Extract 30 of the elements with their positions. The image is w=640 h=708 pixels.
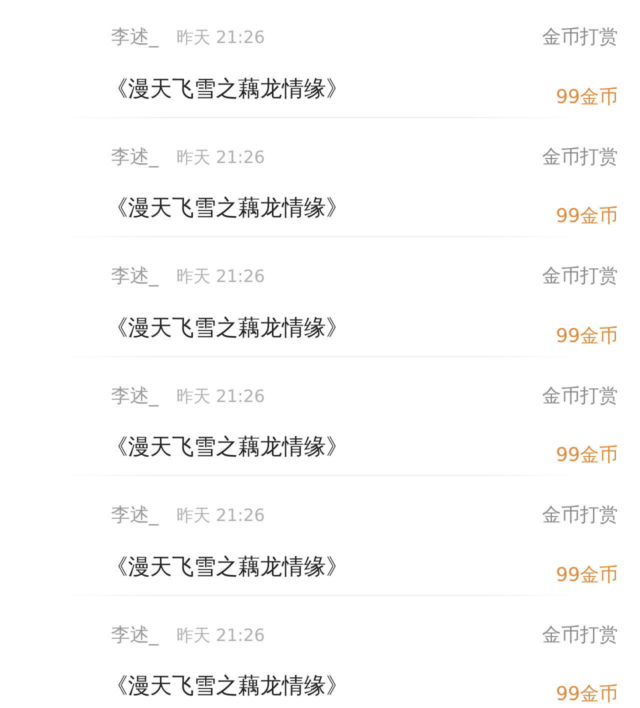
timestamp: 昨天 21:26 [176, 505, 265, 527]
user-name: 李述_ [111, 503, 158, 528]
coin-amount: 99金币 [556, 682, 618, 708]
timestamp: 昨天 21:26 [176, 146, 265, 168]
book-title: 《漫天飞雪之藕龙情缘》 [106, 314, 349, 343]
user-name: 李述_ [111, 264, 158, 289]
book-title: 《漫天飞雪之藕龙情缘》 [106, 195, 349, 224]
user-name: 李述_ [111, 25, 158, 50]
user-name: 李述_ [111, 144, 158, 170]
coin-amount: 99金币 [556, 204, 618, 230]
timestamp: 昨天 21:26 [176, 386, 265, 408]
timestamp: 昨天 21:26 [176, 624, 265, 646]
reward-type: 金币打赏 [542, 264, 618, 289]
reward-type: 金币打赏 [542, 384, 618, 408]
reward-type: 金币打赏 [542, 503, 618, 528]
user-name: 李述_ [111, 384, 158, 408]
book-title: 《漫天飞雪之藕龙情缘》 [106, 673, 349, 702]
coin-amount: 99金币 [556, 84, 618, 110]
reward-type: 金币打赏 [542, 144, 618, 170]
timestamp: 昨天 21:26 [176, 266, 265, 288]
timestamp: 昨天 21:26 [176, 27, 265, 49]
book-title: 《漫天飞雪之藕龙情缘》 [106, 434, 349, 462]
book-title: 《漫天飞雪之藕龙情缘》 [106, 76, 349, 104]
coin-amount: 99金币 [556, 562, 618, 588]
coin-amount: 99金币 [556, 324, 618, 349]
reward-type: 金币打赏 [542, 25, 618, 50]
reward-type: 金币打赏 [542, 622, 618, 648]
user-name: 李述_ [111, 622, 158, 648]
book-title: 《漫天飞雪之藕龙情缘》 [106, 554, 349, 582]
coin-amount: 99金币 [556, 443, 618, 468]
